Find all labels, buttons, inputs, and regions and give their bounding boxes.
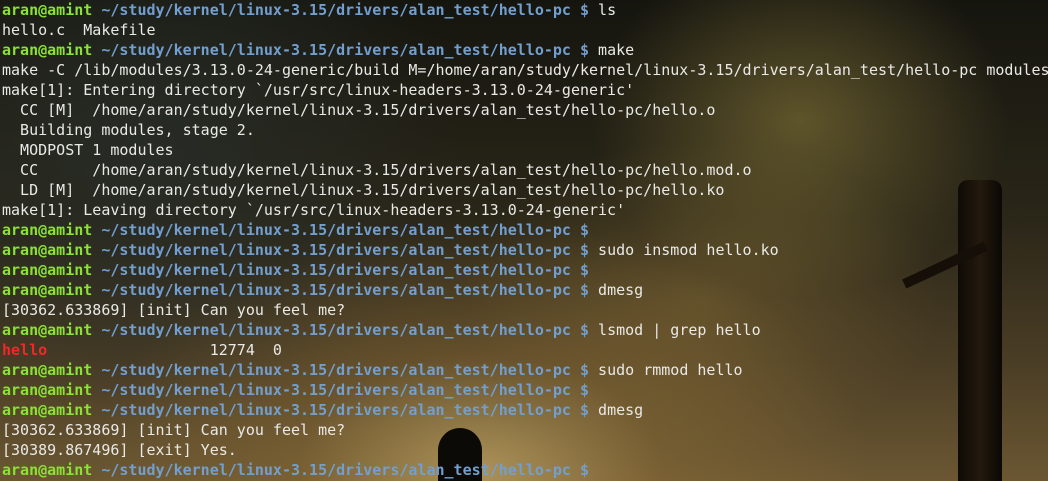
command-text: ls (589, 1, 617, 19)
command-text: lsmod | grep hello (589, 321, 761, 339)
output-line: CC [M] /home/aran/study/kernel/linux-3.1… (2, 100, 1048, 120)
prompt-cwd: ~/study/kernel/linux-3.15/drivers/alan_t… (92, 321, 571, 339)
prompt-cwd: ~/study/kernel/linux-3.15/drivers/alan_t… (92, 401, 571, 419)
prompt-cwd: ~/study/kernel/linux-3.15/drivers/alan_t… (92, 221, 571, 239)
output-line: [30362.633869] [init] Can you feel me? (2, 420, 1048, 440)
prompt-symbol: $ (570, 401, 590, 419)
prompt-symbol: $ (570, 241, 590, 259)
prompt-cwd: ~/study/kernel/linux-3.15/drivers/alan_t… (92, 261, 571, 279)
prompt-user: aran@amint (2, 381, 93, 399)
prompt-user: aran@amint (2, 1, 93, 19)
prompt-symbol: $ (570, 281, 590, 299)
prompt-user: aran@amint (2, 361, 93, 379)
prompt-user: aran@amint (2, 281, 93, 299)
terminal-output[interactable]: aran@amint ~/study/kernel/linux-3.15/dri… (0, 0, 1048, 480)
prompt-user: aran@amint (2, 41, 93, 59)
output-text: make[1]: Entering directory `/usr/src/li… (2, 81, 635, 99)
prompt-user: aran@amint (2, 401, 93, 419)
prompt-user: aran@amint (2, 321, 93, 339)
output-line: make -C /lib/modules/3.13.0-24-generic/b… (2, 60, 1048, 80)
output-text: make[1]: Leaving directory `/usr/src/lin… (2, 201, 626, 219)
prompt-line: aran@amint ~/study/kernel/linux-3.15/dri… (2, 0, 1048, 20)
prompt-line: aran@amint ~/study/kernel/linux-3.15/dri… (2, 320, 1048, 340)
prompt-cwd: ~/study/kernel/linux-3.15/drivers/alan_t… (92, 41, 571, 59)
output-text: [30389.867496] [exit] Yes. (2, 441, 237, 459)
prompt-line: aran@amint ~/study/kernel/linux-3.15/dri… (2, 220, 1048, 240)
prompt-line: aran@amint ~/study/kernel/linux-3.15/dri… (2, 360, 1048, 380)
prompt-user: aran@amint (2, 461, 93, 479)
prompt-user: aran@amint (2, 241, 93, 259)
output-text: MODPOST 1 modules (2, 141, 174, 159)
output-line: [30362.633869] [init] Can you feel me? (2, 300, 1048, 320)
prompt-symbol: $ (570, 381, 590, 399)
prompt-user: aran@amint (2, 261, 93, 279)
output-text: [30362.633869] [init] Can you feel me? (2, 421, 346, 439)
output-text: [30362.633869] [init] Can you feel me? (2, 301, 346, 319)
prompt-symbol: $ (570, 221, 590, 239)
prompt-line: aran@amint ~/study/kernel/linux-3.15/dri… (2, 380, 1048, 400)
output-line: MODPOST 1 modules (2, 140, 1048, 160)
prompt-line: aran@amint ~/study/kernel/linux-3.15/dri… (2, 240, 1048, 260)
prompt-symbol: $ (570, 461, 590, 479)
prompt-line: aran@amint ~/study/kernel/linux-3.15/dri… (2, 460, 1048, 480)
command-text: sudo insmod hello.ko (589, 241, 779, 259)
output-line: hello.c Makefile (2, 20, 1048, 40)
prompt-line: aran@amint ~/study/kernel/linux-3.15/dri… (2, 260, 1048, 280)
prompt-symbol: $ (570, 361, 590, 379)
prompt-cwd: ~/study/kernel/linux-3.15/drivers/alan_t… (92, 281, 571, 299)
lsmod-output-line: hello 12774 0 (2, 340, 1048, 360)
prompt-symbol: $ (570, 1, 590, 19)
terminal-window[interactable]: aran@amint ~/study/kernel/linux-3.15/dri… (0, 0, 1048, 481)
output-text: make -C /lib/modules/3.13.0-24-generic/b… (2, 61, 1048, 79)
prompt-cwd: ~/study/kernel/linux-3.15/drivers/alan_t… (92, 241, 571, 259)
prompt-cwd: ~/study/kernel/linux-3.15/drivers/alan_t… (92, 361, 571, 379)
prompt-symbol: $ (570, 261, 590, 279)
prompt-line: aran@amint ~/study/kernel/linux-3.15/dri… (2, 400, 1048, 420)
grep-match-highlight: hello (2, 341, 48, 359)
output-text: Building modules, stage 2. (2, 121, 255, 139)
command-text: dmesg (589, 281, 644, 299)
output-line: make[1]: Leaving directory `/usr/src/lin… (2, 200, 1048, 220)
prompt-cwd: ~/study/kernel/linux-3.15/drivers/alan_t… (92, 1, 571, 19)
output-line: LD [M] /home/aran/study/kernel/linux-3.1… (2, 180, 1048, 200)
prompt-line: aran@amint ~/study/kernel/linux-3.15/dri… (2, 280, 1048, 300)
prompt-user: aran@amint (2, 221, 93, 239)
output-line: make[1]: Entering directory `/usr/src/li… (2, 80, 1048, 100)
output-text: hello.c Makefile (2, 21, 156, 39)
output-line: [30389.867496] [exit] Yes. (2, 440, 1048, 460)
output-line: CC /home/aran/study/kernel/linux-3.15/dr… (2, 160, 1048, 180)
prompt-symbol: $ (570, 321, 590, 339)
prompt-cwd: ~/study/kernel/linux-3.15/drivers/alan_t… (92, 461, 571, 479)
command-text: make (589, 41, 635, 59)
output-text: CC [M] /home/aran/study/kernel/linux-3.1… (2, 101, 716, 119)
prompt-line: aran@amint ~/study/kernel/linux-3.15/dri… (2, 40, 1048, 60)
lsmod-columns: 12774 0 (47, 341, 282, 359)
output-text: CC /home/aran/study/kernel/linux-3.15/dr… (2, 161, 752, 179)
command-text: sudo rmmod hello (589, 361, 743, 379)
output-line: Building modules, stage 2. (2, 120, 1048, 140)
output-text: LD [M] /home/aran/study/kernel/linux-3.1… (2, 181, 725, 199)
command-text: dmesg (589, 401, 644, 419)
prompt-cwd: ~/study/kernel/linux-3.15/drivers/alan_t… (92, 381, 571, 399)
prompt-symbol: $ (570, 41, 590, 59)
